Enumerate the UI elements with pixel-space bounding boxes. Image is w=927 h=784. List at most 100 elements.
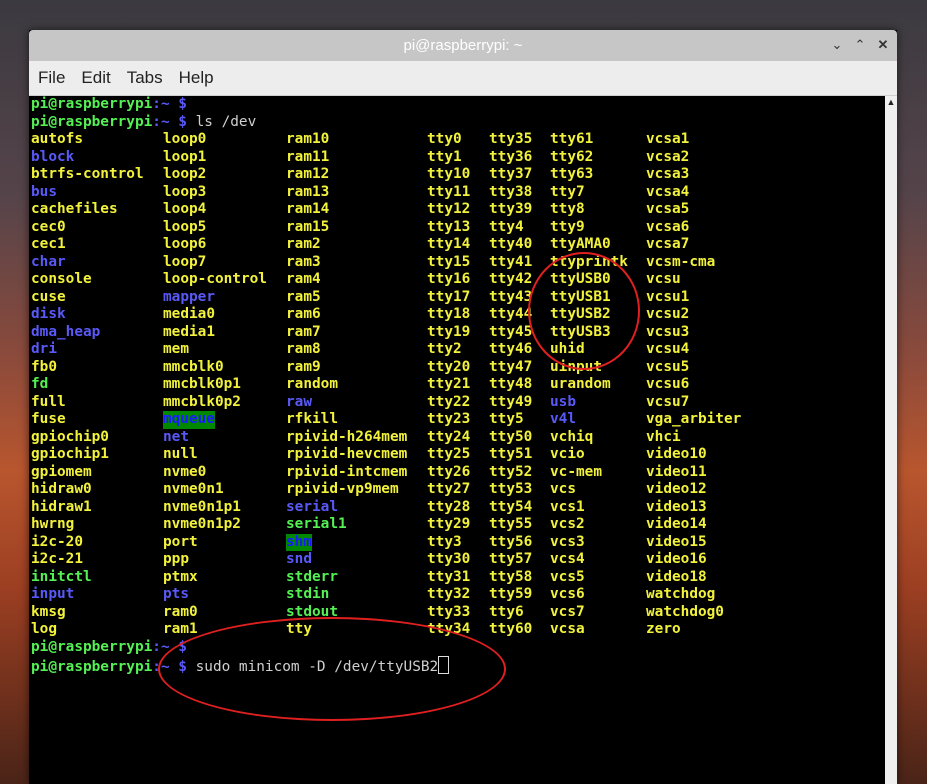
dev-entry: tty59	[489, 586, 533, 602]
menu-help[interactable]: Help	[171, 61, 222, 88]
dev-entry: disk	[31, 306, 66, 322]
prompt-line: pi@raspberrypi:~ $ ls /dev	[31, 114, 256, 132]
prompt-line: pi@raspberrypi:~ $	[31, 639, 187, 657]
dev-entry: vcsa2	[646, 148, 690, 165]
menu-tabs[interactable]: Tabs	[119, 61, 171, 88]
scrollbar[interactable]: ▲	[885, 96, 897, 784]
dev-entry: ttyUSB0	[550, 271, 611, 287]
terminal-window: pi@raspberrypi: ~ ⌄ ⌃ ✕ File Edit Tabs Help…	[29, 30, 897, 784]
dev-entry: cuse	[31, 288, 66, 305]
dev-entry: vcsu1	[646, 288, 690, 305]
dev-entry: tty11	[427, 183, 471, 200]
dev-entry: uinput	[550, 358, 602, 375]
dev-entry: tty56	[489, 533, 533, 550]
dev-entry: tty7	[550, 183, 585, 200]
dev-entry: gpiochip0	[31, 428, 109, 445]
dev-entry: vcsa	[550, 621, 585, 637]
dev-entry: autofs	[31, 131, 83, 147]
dev-entry: tty57	[489, 551, 533, 567]
dev-entry: gpiomem	[31, 463, 92, 480]
dev-entry: vcio	[550, 446, 585, 462]
dev-entry: tty9	[550, 218, 585, 235]
dev-entry: tty55	[489, 516, 533, 532]
dev-entry: tty54	[489, 498, 533, 515]
menu-edit[interactable]: Edit	[73, 61, 118, 88]
dev-entry: i2c-21	[31, 551, 83, 567]
dev-entry: hwrng	[31, 516, 75, 532]
dev-entry: ram6	[286, 306, 321, 322]
dev-entry: video15	[646, 533, 707, 550]
dev-entry: tty5	[489, 411, 524, 427]
dev-entry: tty48	[489, 376, 533, 392]
prompt-user: pi@raspberrypi	[31, 113, 153, 130]
dev-entry: vcsa7	[646, 236, 690, 252]
dev-entry: null	[163, 446, 198, 462]
prompt-path: :~ $	[152, 659, 187, 675]
dev-entry: raw	[286, 393, 312, 410]
dev-entry: zero	[646, 621, 681, 637]
dev-entry: video11	[646, 463, 707, 480]
dev-entry: tty34	[427, 621, 471, 637]
command-input[interactable]: sudo minicom -D /dev/ttyUSB2	[187, 659, 439, 675]
dev-entry: cachefiles	[31, 201, 118, 217]
minimize-button[interactable]: ⌄	[827, 35, 847, 55]
dev-entry: watchdog	[646, 586, 716, 602]
dev-entry: tty29	[427, 516, 471, 532]
dev-entry: dma_heap	[31, 323, 101, 340]
dev-entry: urandom	[550, 376, 611, 392]
dev-entry: tty49	[489, 393, 533, 410]
dev-entry: tty	[286, 621, 312, 637]
menu-file[interactable]: File	[29, 61, 73, 88]
title-bar[interactable]: pi@raspberrypi: ~ ⌄ ⌃ ✕	[29, 30, 897, 61]
dev-entry: tty52	[489, 463, 533, 480]
dev-entry: stdout	[286, 603, 338, 620]
dev-entry: tty51	[489, 446, 533, 462]
dev-entry: vcs7	[550, 603, 585, 620]
dev-entry: serial	[286, 498, 338, 515]
dev-entry: video10	[646, 446, 707, 462]
terminal-output[interactable]: pi@raspberrypi:~ $ pi@raspberrypi:~ $ ls…	[29, 96, 885, 784]
dev-entry: tty32	[427, 586, 471, 602]
dev-entry: ram8	[286, 341, 321, 357]
prompt-path: :~ $	[152, 96, 187, 112]
dev-entry: ram7	[286, 323, 321, 340]
dev-entry: vcs1	[550, 498, 585, 515]
dev-entry: tty30	[427, 551, 471, 567]
dev-entry: video12	[646, 481, 707, 497]
dev-entry: mqueue	[163, 411, 215, 429]
dev-entry: tty10	[427, 166, 471, 182]
window-title: pi@raspberrypi: ~	[403, 37, 523, 54]
scroll-up-arrow-icon[interactable]: ▲	[886, 98, 896, 107]
dev-entry: watchdog0	[646, 603, 724, 620]
dev-entry: tty62	[550, 148, 594, 165]
dev-entry: net	[163, 428, 189, 445]
dev-entry: vcsu	[646, 271, 681, 287]
dev-entry: tty0	[427, 131, 462, 147]
dev-entry: video14	[646, 516, 707, 532]
dev-entry: random	[286, 376, 338, 392]
dev-entry: rpivid-intcmem	[286, 463, 408, 480]
dev-entry: tty47	[489, 358, 533, 375]
dev-entry: loop2	[163, 166, 207, 182]
dev-entry: vhci	[646, 428, 681, 445]
dev-entry: pts	[163, 586, 189, 602]
dev-entry: ram0	[163, 603, 198, 620]
dev-entry: ttyUSB3	[550, 323, 611, 340]
dev-entry: loop5	[163, 218, 207, 235]
close-button[interactable]: ✕	[873, 35, 893, 55]
dev-entry: vcsu7	[646, 393, 690, 410]
dev-entry: nvme0n1p1	[163, 498, 241, 515]
dev-entry: vga_arbiter	[646, 411, 742, 427]
dev-entry: serial1	[286, 516, 347, 532]
dev-entry: log	[31, 621, 57, 637]
dev-entry: tty28	[427, 498, 471, 515]
maximize-button[interactable]: ⌃	[850, 35, 870, 55]
dev-entry: vcs5	[550, 568, 585, 585]
dev-entry: tty63	[550, 166, 594, 182]
dev-entry: tty58	[489, 568, 533, 585]
dev-entry: tty24	[427, 428, 471, 445]
dev-entry: loop0	[163, 131, 207, 147]
dev-entry: vc-mem	[550, 463, 602, 480]
dev-entry: vchiq	[550, 428, 594, 445]
dev-entry: tty2	[427, 341, 462, 357]
